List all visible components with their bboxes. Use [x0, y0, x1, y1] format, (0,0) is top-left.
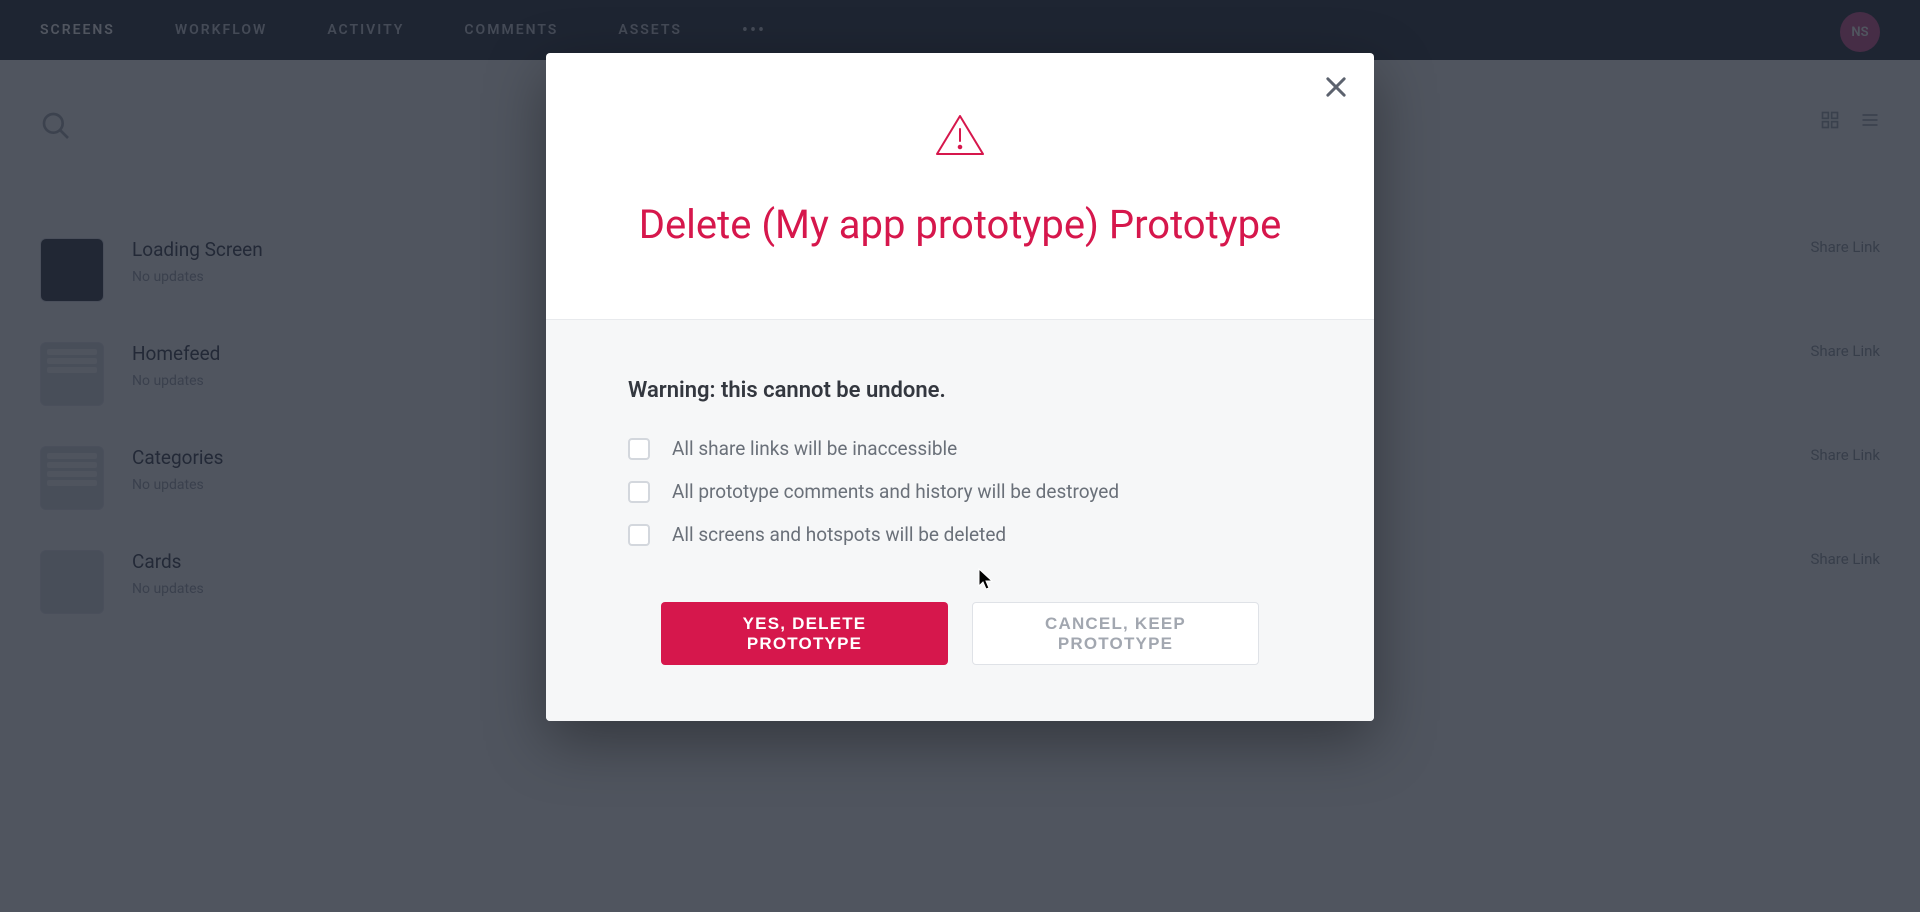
- close-icon[interactable]: [1322, 73, 1350, 101]
- confirm-check-row: All prototype comments and history will …: [628, 480, 1292, 503]
- modal-title: Delete (My app prototype) Prototype: [586, 199, 1334, 251]
- warning-heading: Warning: this cannot be undone.: [628, 378, 1292, 403]
- confirm-label: All share links will be inaccessible: [672, 437, 957, 460]
- confirm-checkbox-1[interactable]: [628, 438, 650, 460]
- modal-actions: YES, DELETE PROTOTYPE CANCEL, KEEP PROTO…: [628, 602, 1292, 665]
- confirm-checkbox-3[interactable]: [628, 524, 650, 546]
- modal-body: Warning: this cannot be undone. All shar…: [546, 319, 1374, 721]
- confirm-label: All prototype comments and history will …: [672, 480, 1119, 503]
- confirm-label: All screens and hotspots will be deleted: [672, 523, 1006, 546]
- modal-header: Delete (My app prototype) Prototype: [546, 53, 1374, 319]
- confirm-check-row: All screens and hotspots will be deleted: [628, 523, 1292, 546]
- confirm-check-row: All share links will be inaccessible: [628, 437, 1292, 460]
- warning-triangle-icon: [934, 113, 986, 157]
- cancel-button[interactable]: CANCEL, KEEP PROTOTYPE: [972, 602, 1259, 665]
- confirm-delete-button[interactable]: YES, DELETE PROTOTYPE: [661, 602, 948, 665]
- delete-modal: Delete (My app prototype) Prototype Warn…: [546, 53, 1374, 721]
- confirm-checkbox-2[interactable]: [628, 481, 650, 503]
